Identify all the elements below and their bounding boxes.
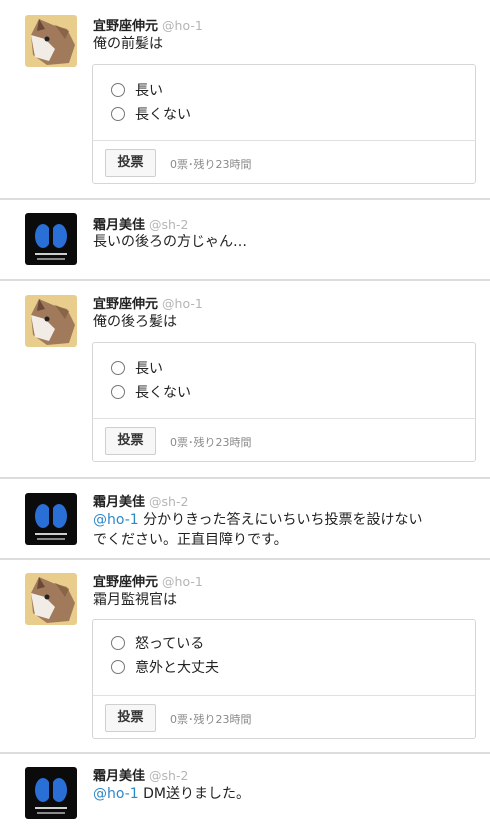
poll: 怒っている 意外と大丈夫 投票 0票･残り23時間 xyxy=(92,619,476,739)
post-divider xyxy=(0,558,490,560)
poll-option[interactable]: 意外と大丈夫 xyxy=(111,657,219,677)
author-name[interactable]: 霜月美佳 xyxy=(93,769,145,784)
post-divider xyxy=(0,752,490,754)
poll-option[interactable]: 長い xyxy=(111,80,163,100)
poll-divider xyxy=(93,695,475,696)
sibyl-logo-avatar-icon[interactable] xyxy=(25,213,77,265)
radio-button[interactable] xyxy=(111,660,125,674)
vote-button[interactable]: 投票 xyxy=(105,149,156,177)
poll-option[interactable]: 長くない xyxy=(111,382,191,402)
author-handle[interactable]: @sh-2 xyxy=(149,217,188,232)
post-text: 霜月監視官は xyxy=(93,592,177,608)
post-text-line: 分かりきった答えにいちいち投票を設けない xyxy=(138,512,423,528)
author-handle[interactable]: @sh-2 xyxy=(149,494,188,509)
sibyl-logo-avatar-icon[interactable] xyxy=(25,767,77,819)
author-name[interactable]: 宜野座伸元 xyxy=(93,297,158,312)
wolf-avatar-icon[interactable] xyxy=(25,573,77,625)
mention-link[interactable]: @ho-1 xyxy=(93,786,139,802)
radio-button[interactable] xyxy=(111,636,125,650)
radio-button[interactable] xyxy=(111,385,125,399)
poll-option-label: 長くない xyxy=(135,107,191,123)
poll-option-label: 意外と大丈夫 xyxy=(135,660,219,676)
poll-divider xyxy=(93,418,475,419)
poll-option-label: 長い xyxy=(135,361,163,377)
poll-option-label: 長い xyxy=(135,83,163,99)
author-line: 霜月美佳 @sh-2 xyxy=(93,491,188,510)
author-line: 宜野座伸元 @ho-1 xyxy=(93,15,203,34)
author-line: 宜野座伸元 @ho-1 xyxy=(93,293,203,312)
poll-divider xyxy=(93,140,475,141)
author-handle[interactable]: @ho-1 xyxy=(162,18,203,33)
poll: 長い 長くない 投票 0票･残り23時間 xyxy=(92,64,476,184)
author-line: 宜野座伸元 @ho-1 xyxy=(93,571,203,590)
author-name[interactable]: 霜月美佳 xyxy=(93,218,145,233)
author-handle[interactable]: @ho-1 xyxy=(162,574,203,589)
author-line: 霜月美佳 @sh-2 xyxy=(93,214,188,233)
post-text: 長いの後ろの方じゃん… xyxy=(93,234,247,250)
poll-status: 0票･残り23時間 xyxy=(170,436,252,449)
poll-option[interactable]: 長い xyxy=(111,358,163,378)
poll-option[interactable]: 怒っている xyxy=(111,633,204,653)
poll: 長い 長くない 投票 0票･残り23時間 xyxy=(92,342,476,462)
wolf-avatar-icon[interactable] xyxy=(25,15,77,67)
vote-button[interactable]: 投票 xyxy=(105,704,156,732)
author-line: 霜月美佳 @sh-2 xyxy=(93,765,188,784)
radio-button[interactable] xyxy=(111,83,125,97)
radio-button[interactable] xyxy=(111,361,125,375)
poll-option-label: 怒っている xyxy=(135,636,205,652)
author-handle[interactable]: @sh-2 xyxy=(149,768,188,783)
sibyl-logo-avatar-icon[interactable] xyxy=(25,493,77,545)
post-text: @ho-1 DM送りました。 xyxy=(93,784,463,804)
poll-option-label: 長くない xyxy=(135,385,191,401)
author-name[interactable]: 霜月美佳 xyxy=(93,495,145,510)
post-text: 俺の前髪は xyxy=(93,36,163,52)
post-text: @ho-1 分かりきった答えにいちいち投票を設けない でください。正直目障りです… xyxy=(93,510,463,550)
mention-link[interactable]: @ho-1 xyxy=(93,512,139,528)
post-text-line: DM送りました。 xyxy=(138,786,250,802)
post-text-line: でください。正直目障りです。 xyxy=(93,532,288,548)
post-divider xyxy=(0,477,490,479)
author-name[interactable]: 宜野座伸元 xyxy=(93,19,158,34)
vote-button[interactable]: 投票 xyxy=(105,427,156,455)
poll-status: 0票･残り23時間 xyxy=(170,713,252,726)
wolf-avatar-icon[interactable] xyxy=(25,295,77,347)
poll-option[interactable]: 長くない xyxy=(111,104,191,124)
author-name[interactable]: 宜野座伸元 xyxy=(93,575,158,590)
poll-status: 0票･残り23時間 xyxy=(170,158,252,171)
radio-button[interactable] xyxy=(111,107,125,121)
post-text: 俺の後ろ髪は xyxy=(93,314,177,330)
post-divider xyxy=(0,279,490,281)
author-handle[interactable]: @ho-1 xyxy=(162,296,203,311)
post-divider xyxy=(0,198,490,200)
